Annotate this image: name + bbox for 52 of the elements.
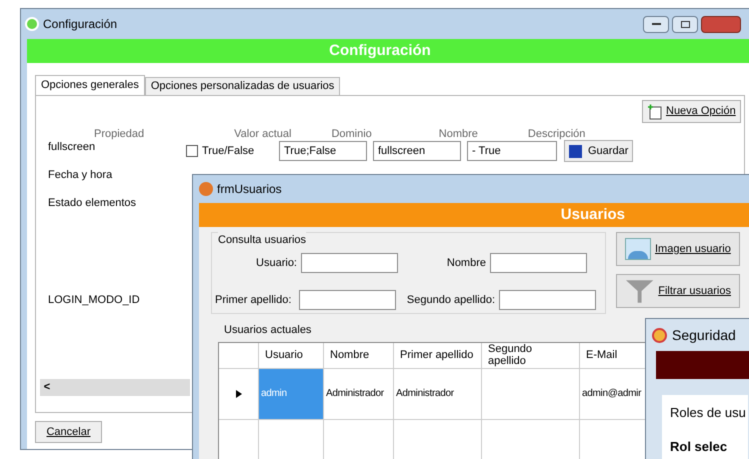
text-field[interactable]	[299, 290, 396, 310]
table-cell[interactable]: Administrador	[324, 368, 394, 418]
property-label: Estado elementos	[48, 196, 136, 211]
value-label: True/False	[202, 144, 254, 159]
text-field[interactable]	[301, 253, 398, 273]
scroll-left-button[interactable]: <	[40, 379, 54, 396]
grid-title: Usuarios actuales	[224, 323, 312, 338]
column-header[interactable]: Segundo apellido	[482, 342, 580, 368]
new-option-button[interactable]: Nueva Opción	[642, 100, 741, 123]
filter-button[interactable]: Filtrar usuarios	[616, 274, 740, 308]
column-header[interactable]: Primer apellido	[394, 342, 482, 368]
field-label: Segundo apellido:	[406, 292, 495, 308]
document-add-icon	[647, 104, 662, 120]
column-header: Nombre	[438, 127, 478, 142]
field-label: Usuario:	[255, 256, 297, 271]
column-header[interactable]: Nombre	[324, 342, 394, 368]
save-button[interactable]: Guardar	[564, 140, 634, 162]
tab[interactable]: Opciones generales	[35, 75, 145, 96]
property-label: LOGIN_MODO_ID	[48, 293, 140, 308]
column-header: Propiedad	[94, 127, 144, 142]
field-label: Nombre	[446, 256, 486, 271]
text-field[interactable]: True;False	[279, 141, 367, 161]
column-header: Dominio	[331, 127, 372, 142]
selected-role-label: Rol selec	[670, 438, 728, 456]
close-button[interactable]	[701, 16, 741, 32]
horizontal-scrollbar[interactable]: <	[40, 379, 190, 396]
field-label: Primer apellido:	[215, 292, 292, 308]
property-label: Fecha y hora	[48, 168, 112, 183]
property-label: fullscreen	[48, 140, 96, 155]
roles-label: Roles de usu	[670, 404, 747, 422]
window-title: Seguridad	[672, 326, 736, 345]
image-button[interactable]: Imagen usuario	[616, 232, 740, 266]
column-header[interactable]: Usuario	[259, 342, 324, 368]
text-field[interactable]	[490, 253, 587, 273]
text-field[interactable]: - True	[467, 141, 557, 161]
text-field[interactable]: fullscreen	[373, 141, 461, 161]
column-header: Valor actual	[234, 127, 292, 142]
funnel-icon	[625, 278, 654, 304]
column-header: Descripción	[528, 127, 586, 142]
minimize-button[interactable]	[643, 16, 669, 32]
checkbox[interactable]	[186, 145, 198, 158]
table-cell[interactable]: Administrador	[394, 368, 482, 418]
banner: Configuración	[27, 39, 749, 63]
landscape-icon	[625, 238, 651, 260]
window-title: Configuración	[43, 16, 118, 33]
tab[interactable]: Opciones personalizadas de usuarios	[144, 77, 340, 96]
text-field[interactable]	[499, 290, 596, 310]
banner: Usuarios	[199, 203, 749, 227]
cancel-button[interactable]: Cancelar	[35, 421, 102, 443]
window-title: frmUsuarios	[217, 181, 282, 198]
maximize-button[interactable]	[672, 16, 698, 32]
current-row-icon	[236, 390, 242, 398]
